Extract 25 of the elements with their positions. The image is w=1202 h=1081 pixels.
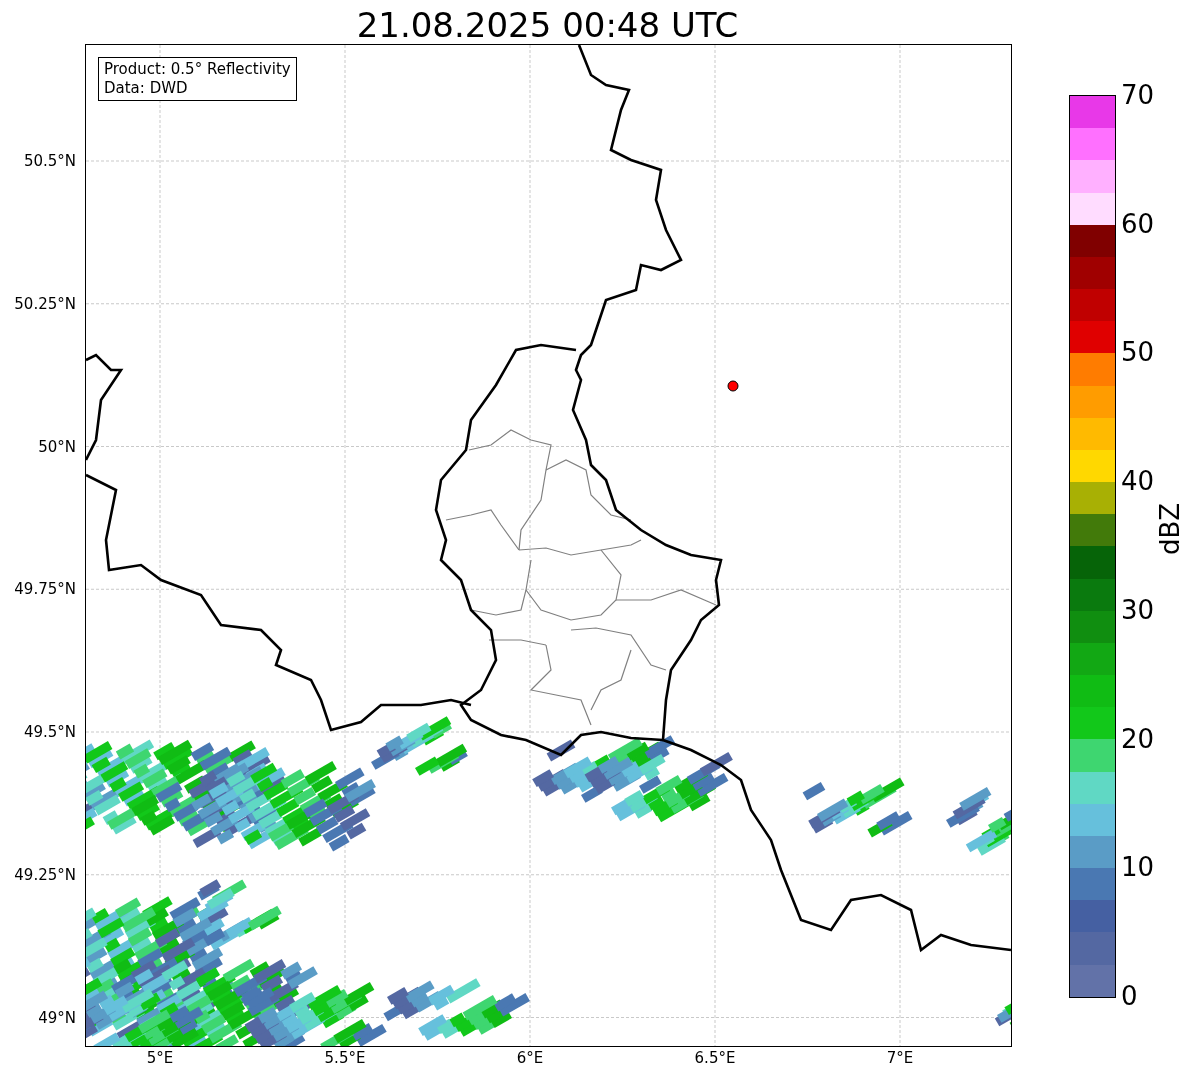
longitude-label: 7°E	[885, 1049, 915, 1067]
longitude-label: 5°E	[145, 1049, 175, 1067]
colorbar-tick-label: 50	[1121, 337, 1155, 368]
colorbar-tick-label: 30	[1121, 594, 1155, 625]
longitude-label: 5.5°E	[323, 1049, 367, 1067]
radar-site-marker	[727, 380, 739, 392]
latitude-label: 50.5°N	[23, 152, 76, 170]
latitude-label: 49.25°N	[14, 865, 76, 884]
latitude-label: 50°N	[38, 437, 76, 456]
colorbar-tick-label: 0	[1121, 981, 1138, 1011]
latitude-label: 50.25°N	[14, 294, 76, 313]
colorbar-label: dBZ	[1155, 502, 1185, 555]
latitude-label: 49.5°N	[23, 723, 76, 741]
longitude-label: 6°E	[515, 1049, 545, 1067]
legend-text: Data: DWD	[104, 79, 189, 98]
colorbar-tick-label: 60	[1121, 208, 1155, 239]
colorbar-tick-label: 20	[1121, 723, 1155, 754]
chart-title: 21.08.2025 00:48 UTC	[355, 4, 740, 45]
legend-text: Product: 0.5° Reflectivity	[104, 60, 291, 79]
colorbar-tick-label: 70	[1121, 80, 1155, 110]
colorbar-tick-label: 40	[1121, 466, 1155, 497]
colorbar-tick-label: 10	[1121, 852, 1155, 883]
longitude-label: 6.5°E	[693, 1049, 737, 1067]
latitude-label: 49°N	[38, 1008, 76, 1027]
latitude-label: 49.75°N	[14, 580, 76, 599]
